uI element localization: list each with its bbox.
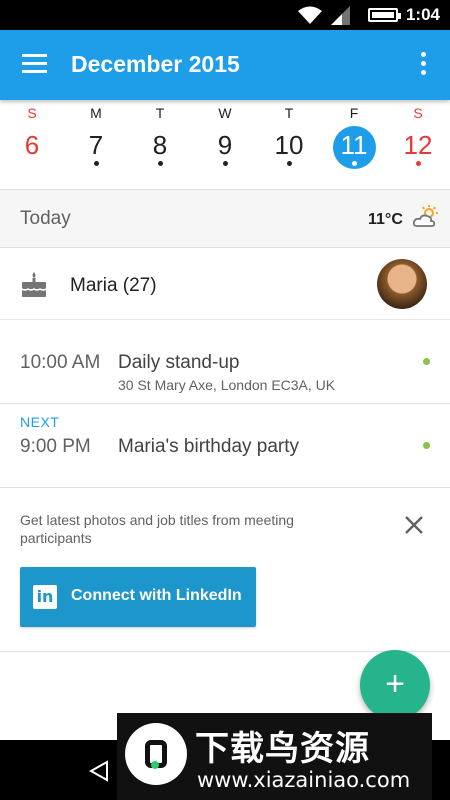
event-time: 10:00 AM (20, 352, 101, 373)
wifi-icon (298, 6, 322, 24)
today-label: Today (20, 208, 71, 229)
month-title[interactable]: December 2015 (71, 51, 240, 78)
signal-icon (331, 6, 350, 25)
day-name: T (155, 105, 165, 121)
event-time: 9:00 PM (20, 436, 91, 457)
status-bar: 1:04 (0, 0, 450, 30)
day-number: 6 (24, 130, 40, 160)
battery-icon (368, 8, 401, 22)
event-indicator (223, 161, 228, 166)
day-name: T (284, 105, 294, 121)
event-indicator (352, 161, 357, 166)
day-name: F (349, 105, 359, 121)
menu-icon[interactable] (22, 54, 48, 74)
event-title: Maria's birthday party (118, 436, 300, 457)
add-event-button[interactable]: + (360, 650, 430, 720)
event-row[interactable]: NEXT 9:00 PM Maria's birthday party (0, 404, 450, 488)
temperature: 11°C (368, 211, 403, 228)
next-label: NEXT (20, 414, 60, 430)
day-cell[interactable]: T 8 (128, 100, 192, 190)
avatar[interactable] (377, 259, 427, 309)
connect-linkedin-button[interactable]: in Connect with LinkedIn (20, 567, 256, 627)
event-color-dot (423, 442, 430, 449)
connect-linkedin-label: Connect with LinkedIn (71, 587, 242, 604)
day-name: M (90, 105, 102, 121)
watermark-url: www.xiazainiao.com (197, 768, 411, 792)
day-number: 12 (403, 130, 433, 160)
app-bar: December 2015 (0, 30, 450, 100)
watermark-logo (125, 723, 187, 785)
event-row[interactable]: 10:00 AM Daily stand-up 30 St Mary Axe, … (0, 320, 450, 404)
watermark-title: 下载鸟资源 (195, 729, 370, 769)
birthday-row[interactable]: Maria (27) (0, 248, 450, 320)
clock: 1:04 (405, 5, 440, 24)
today-header: Today 11°C (0, 190, 450, 248)
event-color-dot (423, 358, 430, 365)
day-number: 11 (340, 130, 368, 160)
day-cell[interactable]: S 12 (386, 100, 450, 190)
day-number: 8 (152, 130, 168, 160)
linkedin-icon: in (33, 585, 57, 609)
day-cell[interactable]: W 9 (193, 100, 257, 190)
promo-text: Get latest photos and job titles from me… (20, 512, 294, 546)
event-indicator (416, 161, 421, 166)
birthday-name: Maria (27) (70, 275, 157, 296)
linkedin-promo-card: Get latest photos and job titles from me… (0, 488, 450, 652)
event-indicator (94, 161, 99, 166)
day-name: S (27, 105, 37, 121)
back-icon[interactable] (88, 760, 110, 782)
close-icon[interactable] (403, 514, 425, 536)
week-strip: S 6 M 7 T 8 W 9 T 10 F 11 S 12 (0, 100, 450, 190)
event-indicator (158, 161, 163, 166)
event-location: 30 St Mary Axe, London EC3A, UK (118, 377, 336, 393)
plus-icon: + (385, 665, 405, 703)
event-title: Daily stand-up (118, 352, 240, 373)
day-name: S (413, 105, 423, 121)
day-number: 10 (274, 130, 304, 160)
watermark-banner: 下载鸟资源 www.xiazainiao.com (117, 713, 432, 800)
day-cell[interactable]: S 6 (0, 100, 64, 190)
day-cell[interactable]: M 7 (64, 100, 128, 190)
day-cell[interactable]: F 11 (322, 100, 386, 190)
cake-icon (21, 272, 47, 297)
day-number: 7 (88, 130, 104, 160)
partly-cloudy-icon (413, 205, 438, 227)
day-number: 9 (217, 130, 233, 160)
day-cell[interactable]: T 10 (257, 100, 321, 190)
day-name: W (218, 105, 232, 121)
overflow-menu-icon[interactable] (418, 52, 430, 78)
event-indicator (287, 161, 292, 166)
